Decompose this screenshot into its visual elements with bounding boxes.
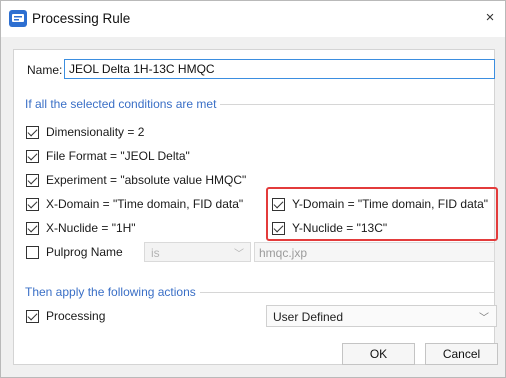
ok-button[interactable]: OK [342,343,415,365]
checkbox[interactable] [26,245,39,259]
pulprog-value: hmqc.jxp [259,246,308,260]
processing-rule-dialog: Processing Rule × Name: If all the selec… [0,0,506,378]
condition-label: Dimensionality = 2 [46,125,145,139]
pulprog-value-field[interactable]: hmqc.jxp [254,242,495,262]
cancel-button[interactable]: Cancel [425,343,498,365]
condition-x-domain[interactable]: X-Domain = "Time domain, FID data" [26,197,243,211]
condition-experiment[interactable]: Experiment = "absolute value HMQC" [26,173,246,187]
checkbox[interactable] [26,309,39,323]
checkbox[interactable] [272,197,285,211]
condition-pulprog-name[interactable]: Pulprog Name [26,245,123,259]
condition-label: X-Nuclide = "1H" [46,221,136,235]
action-processing[interactable]: Processing [26,309,105,323]
app-icon [9,10,27,27]
processing-option-dropdown[interactable]: User Defined ﹀ [266,305,497,327]
condition-dimensionality[interactable]: Dimensionality = 2 [26,125,144,139]
condition-label: File Format = "JEOL Delta" [46,149,190,163]
actions-header: Then apply the following actions [25,285,200,299]
window-title: Processing Rule [32,11,131,26]
condition-label: Y-Nuclide = "13C" [292,221,388,235]
condition-x-nuclide[interactable]: X-Nuclide = "1H" [26,221,136,235]
checkbox[interactable] [26,125,39,139]
chevron-down-icon: ﹀ [234,249,244,260]
condition-file-format[interactable]: File Format = "JEOL Delta" [26,149,190,163]
condition-label: Experiment = "absolute value HMQC" [46,173,247,187]
name-field[interactable] [64,59,495,79]
conditions-header: If all the selected conditions are met [25,97,221,111]
condition-label: Y-Domain = "Time domain, FID data" [292,197,489,211]
pulprog-operator-dropdown[interactable]: is ﹀ [144,242,251,262]
processing-option-value: User Defined [273,310,344,324]
title-bar: Processing Rule × [1,1,505,37]
pulprog-operator-value: is [151,246,160,260]
action-label: Processing [46,309,106,323]
condition-label: Pulprog Name [46,245,123,259]
checkbox[interactable] [26,197,39,211]
condition-y-domain[interactable]: Y-Domain = "Time domain, FID data" [272,197,488,211]
chevron-down-icon: ﹀ [479,313,489,324]
condition-y-nuclide[interactable]: Y-Nuclide = "13C" [272,221,387,235]
close-icon[interactable]: × [479,7,501,29]
checkbox[interactable] [26,173,39,187]
checkbox[interactable] [26,221,39,235]
condition-label: X-Domain = "Time domain, FID data" [46,197,244,211]
checkbox[interactable] [272,221,285,235]
name-label: Name: [27,63,63,77]
checkbox[interactable] [26,149,39,163]
